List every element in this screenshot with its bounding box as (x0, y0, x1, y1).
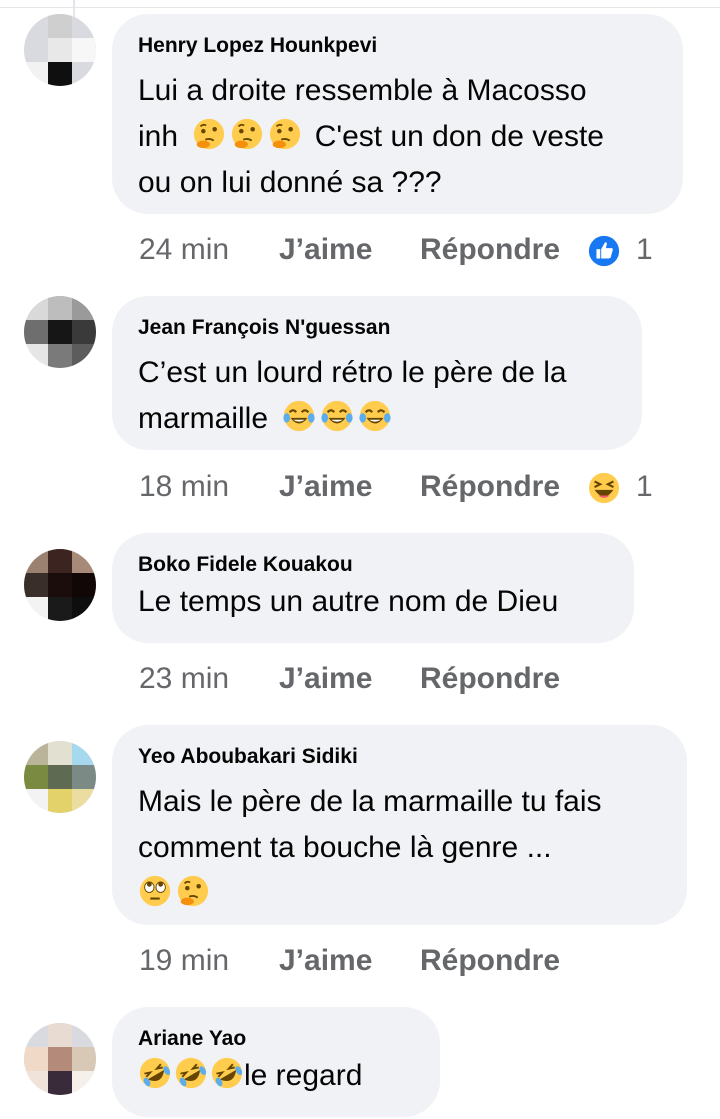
tears-of-joy-icon (359, 400, 391, 432)
avatar[interactable] (24, 296, 96, 368)
rolling-on-floor-laughing-icon (139, 1057, 171, 1089)
comment-author[interactable]: Jean François N'guessan (138, 316, 616, 340)
comment-timestamp[interactable]: 19 min (139, 941, 229, 981)
rolling-on-floor-laughing-icon (175, 1057, 207, 1089)
thread-divider (0, 7, 720, 8)
avatar[interactable] (24, 1023, 96, 1095)
haha-reaction-icon[interactable] (587, 471, 621, 505)
thinking-face-icon (194, 118, 225, 150)
comment-timestamp[interactable]: 24 min (139, 230, 229, 270)
comment-bubble: Yeo Aboubakari Sidiki Mais le père de la… (112, 725, 687, 925)
comment-bubble: Ariane Yao le regard (112, 1007, 440, 1117)
comment-text-line: inh C'est un don de veste (138, 114, 657, 160)
rolling-on-floor-laughing-icon (211, 1057, 243, 1089)
comment-bubble: Boko Fidele Kouakou Le temps un autre no… (112, 533, 634, 643)
avatar[interactable] (24, 741, 96, 813)
comment-text-line: Mais le père de la marmaille tu fais (138, 785, 602, 818)
like-button[interactable]: J’aime (279, 659, 372, 699)
comment-bubble: Henry Lopez Hounkpevi Lui a droite resse… (112, 14, 683, 214)
reply-button[interactable]: Répondre (420, 230, 560, 270)
like-button[interactable]: J’aime (279, 467, 372, 507)
comment-timestamp[interactable]: 18 min (139, 467, 229, 507)
thinking-face-icon (177, 875, 209, 907)
comment-text-fragment: inh (138, 120, 179, 153)
thinking-face-icon (270, 118, 301, 150)
comment-text-line: Le temps un autre nom de Dieu (138, 585, 559, 618)
reply-button[interactable]: Répondre (420, 659, 560, 699)
like-reaction-icon[interactable] (587, 234, 621, 268)
comment-timestamp[interactable]: 23 min (139, 659, 229, 699)
comment-text-fragment: C'est un don de veste (314, 120, 604, 153)
comment-text-line: ou on lui donné sa ??? (138, 166, 442, 199)
comment-text-fragment: marmaille (138, 402, 269, 435)
like-button[interactable]: J’aime (279, 941, 372, 981)
comment-author[interactable]: Boko Fidele Kouakou (138, 553, 608, 577)
tears-of-joy-icon (283, 400, 315, 432)
comment-author[interactable]: Henry Lopez Hounkpevi (138, 34, 657, 58)
avatar[interactable] (24, 549, 96, 621)
tears-of-joy-icon (321, 400, 353, 432)
like-button[interactable]: J’aime (279, 230, 372, 270)
comment-text-line: Lui a droite ressemble à Macosso (138, 74, 587, 107)
reply-button[interactable]: Répondre (420, 467, 560, 507)
comment-text-line: C’est un lourd rétro le père de la (138, 356, 567, 389)
comment-text-line: comment ta bouche là genre ... (138, 831, 552, 864)
comment-author[interactable]: Ariane Yao (138, 1027, 414, 1051)
reaction-count[interactable]: 1 (636, 230, 653, 270)
comment-author[interactable]: Yeo Aboubakari Sidiki (138, 745, 661, 769)
comment-text-fragment: le regard (244, 1059, 363, 1092)
comment-text-line: le regard (138, 1053, 414, 1099)
comment-text-line: marmaille (138, 396, 616, 442)
avatar[interactable] (24, 14, 96, 86)
reaction-count[interactable]: 1 (636, 467, 653, 507)
rolling-eyes-icon (139, 875, 171, 907)
reply-button[interactable]: Répondre (420, 941, 560, 981)
thinking-face-icon (232, 118, 263, 150)
comment-bubble: Jean François N'guessan C’est un lourd r… (112, 296, 642, 450)
comment-text-line (138, 871, 661, 917)
